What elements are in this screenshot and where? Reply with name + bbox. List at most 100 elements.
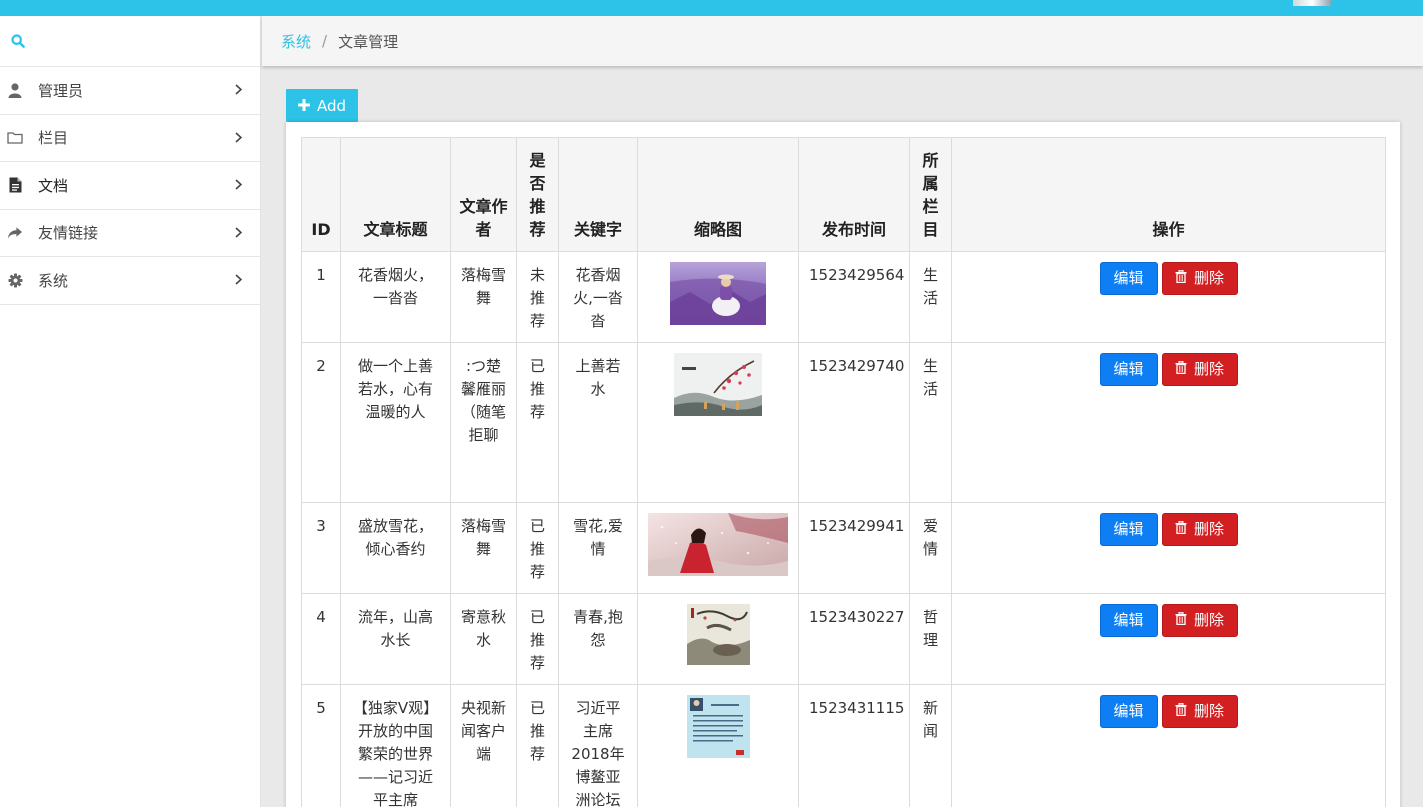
- cell-recommend: 已推荐: [516, 502, 559, 594]
- cell-publish-time: 1523430227: [798, 593, 910, 685]
- breadcrumb-link-system[interactable]: 系统: [281, 31, 311, 52]
- cell-actions: 编辑 删除: [951, 342, 1386, 503]
- chevron-right-icon: [235, 176, 243, 194]
- cell-id: 2: [301, 342, 341, 503]
- cell-category: 爱情: [909, 502, 952, 594]
- cell-thumb: [637, 684, 799, 807]
- cell-thumb: [637, 251, 799, 343]
- thumbnail-image: [674, 353, 762, 423]
- col-header-author: 文章作者: [450, 137, 517, 252]
- gear-icon: [7, 272, 23, 288]
- folder-icon: [7, 130, 23, 146]
- cell-keywords: 雪花,爱情: [558, 502, 638, 594]
- cell-category: 哲理: [909, 593, 952, 685]
- edit-button-label: 编辑: [1113, 520, 1144, 538]
- cell-keywords: 习近平主席2018年博鳌亚洲论坛: [558, 684, 638, 807]
- thumbnail-image: [648, 513, 788, 583]
- cell-actions: 编辑 删除: [951, 593, 1386, 685]
- sidebar-item-label: 友情链接: [38, 224, 99, 243]
- sidebar-item-label: 文档: [38, 176, 69, 195]
- delete-button[interactable]: 删除: [1161, 353, 1238, 386]
- cell-id: 3: [301, 502, 341, 594]
- share-icon: [7, 225, 23, 241]
- sidebar: 管理员 栏目 文档 友情链接 系统: [0, 16, 261, 807]
- cell-keywords: 花香烟火,一沓沓: [558, 251, 638, 343]
- cell-recommend: 已推荐: [516, 342, 559, 503]
- cell-author: 央视新闻客户端: [450, 684, 517, 807]
- edit-button-label: 编辑: [1113, 611, 1144, 629]
- cell-category: 新闻: [909, 684, 952, 807]
- sidebar-item-links[interactable]: 友情链接: [0, 210, 260, 257]
- trash-icon: [1175, 609, 1187, 632]
- delete-button[interactable]: 删除: [1161, 604, 1238, 637]
- cell-id: 4: [301, 593, 341, 685]
- cell-publish-time: 1523429941: [798, 502, 910, 594]
- delete-button-label: 删除: [1193, 520, 1224, 538]
- cell-actions: 编辑 删除: [951, 684, 1386, 807]
- edit-button[interactable]: 编辑: [1099, 353, 1158, 386]
- chevron-right-icon: [235, 81, 243, 99]
- sidebar-item-documents[interactable]: 文档: [0, 162, 260, 210]
- edit-button-label: 编辑: [1113, 269, 1144, 287]
- edit-button[interactable]: 编辑: [1099, 695, 1158, 728]
- edit-button[interactable]: 编辑: [1099, 604, 1158, 637]
- table-row: 5 【独家V观】开放的中国 繁荣的世界——记习近平主席 央视新闻客户端 已推荐 …: [301, 684, 1386, 807]
- add-button-label: Add: [316, 96, 347, 115]
- trash-icon: [1175, 358, 1187, 381]
- plus-icon: [297, 97, 310, 115]
- cell-actions: 编辑 删除: [951, 251, 1386, 343]
- trash-icon: [1175, 267, 1187, 290]
- article-table: ID 文章标题 文章作者 是否推荐 关键字 缩略图 发布时间 所属栏目 操作 1…: [301, 137, 1386, 807]
- delete-button[interactable]: 删除: [1161, 695, 1238, 728]
- avatar[interactable]: [1293, 0, 1331, 6]
- delete-button[interactable]: 删除: [1161, 262, 1238, 295]
- cell-recommend: 未推荐: [516, 251, 559, 343]
- cell-title: 【独家V观】开放的中国 繁荣的世界——记习近平主席: [340, 684, 451, 807]
- cell-thumb: [637, 593, 799, 685]
- sidebar-item-system[interactable]: 系统: [0, 257, 260, 305]
- edit-button[interactable]: 编辑: [1099, 262, 1158, 295]
- cell-category: 生活: [909, 251, 952, 343]
- thumbnail-image: [670, 262, 766, 332]
- table-row: 3 盛放雪花，倾心香约 落梅雪舞 已推荐 雪花,爱情 1523429941 爱情…: [301, 502, 1386, 594]
- delete-button-label: 删除: [1193, 702, 1224, 720]
- file-icon: [7, 177, 23, 193]
- trash-icon: [1175, 700, 1187, 723]
- table-row: 1 花香烟火，一沓沓 落梅雪舞 未推荐 花香烟火,一沓沓 1523429564 …: [301, 251, 1386, 343]
- sidebar-item-label: 管理员: [38, 81, 84, 100]
- sidebar-item-label: 系统: [38, 271, 69, 290]
- article-panel: ID 文章标题 文章作者 是否推荐 关键字 缩略图 发布时间 所属栏目 操作 1…: [286, 122, 1400, 807]
- sidebar-item-label: 栏目: [38, 129, 69, 148]
- add-button[interactable]: Add: [286, 89, 358, 122]
- breadcrumb-current: 文章管理: [338, 32, 399, 51]
- table-row: 4 流年，山高水长 寄意秋水 已推荐 青春,抱怨 1523430227 哲理 编…: [301, 593, 1386, 685]
- cell-thumb: [637, 502, 799, 594]
- breadcrumb-separator: /: [322, 32, 328, 50]
- cell-publish-time: 1523429564: [798, 251, 910, 343]
- sidebar-item-columns[interactable]: 栏目: [0, 115, 260, 162]
- cell-title: 花香烟火，一沓沓: [340, 251, 451, 343]
- col-header-recommend: 是否推荐: [516, 137, 559, 252]
- user-icon: [7, 82, 23, 98]
- sidebar-search[interactable]: [0, 16, 260, 67]
- chevron-right-icon: [235, 224, 243, 242]
- col-header-ops: 操作: [951, 137, 1386, 252]
- delete-button-label: 删除: [1193, 360, 1224, 378]
- cell-title: 流年，山高水长: [340, 593, 451, 685]
- cell-thumb: [637, 342, 799, 503]
- cell-title: 盛放雪花，倾心香约: [340, 502, 451, 594]
- cell-author: :つ楚馨雁丽（随笔拒聊: [450, 342, 517, 503]
- thumbnail-image: [686, 695, 750, 765]
- edit-button[interactable]: 编辑: [1099, 513, 1158, 546]
- cell-recommend: 已推荐: [516, 684, 559, 807]
- thumbnail-image: [686, 604, 750, 672]
- chevron-right-icon: [235, 271, 243, 289]
- search-icon[interactable]: [11, 34, 25, 52]
- col-header-time: 发布时间: [798, 137, 910, 252]
- delete-button[interactable]: 删除: [1161, 513, 1238, 546]
- sidebar-item-admin[interactable]: 管理员: [0, 67, 260, 115]
- cell-keywords: 青春,抱怨: [558, 593, 638, 685]
- edit-button-label: 编辑: [1113, 702, 1144, 720]
- edit-button-label: 编辑: [1113, 360, 1144, 378]
- cell-recommend: 已推荐: [516, 593, 559, 685]
